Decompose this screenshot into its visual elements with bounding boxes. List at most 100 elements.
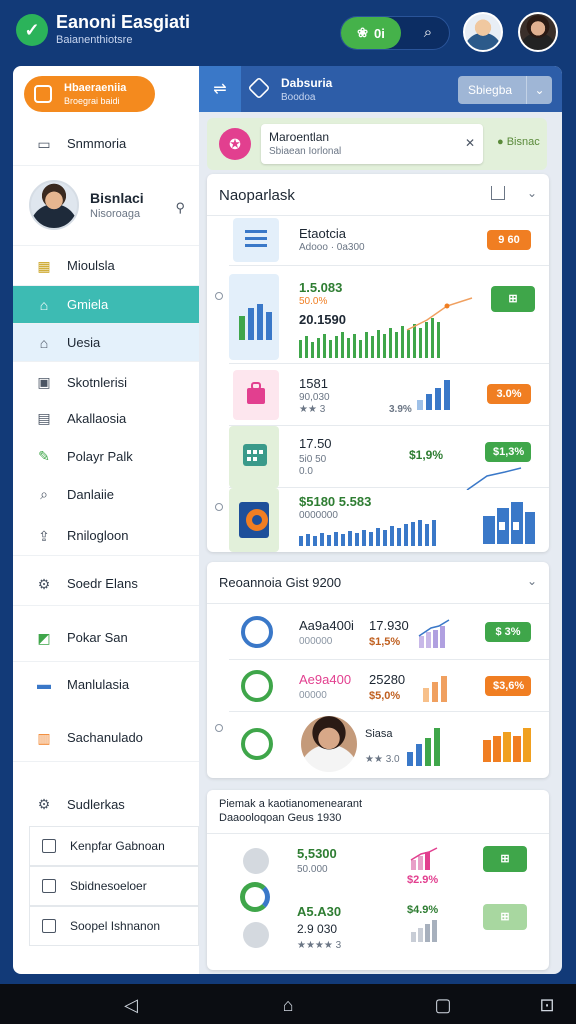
- list-item[interactable]: 1581 90,030 ★★ 3 3.9% 3.0%: [229, 364, 549, 426]
- list-item[interactable]: 5,5300 50.000 $2.9% ⊞: [285, 842, 527, 904]
- sub-item-1[interactable]: Sbidnesoeloer: [29, 866, 199, 906]
- row-sub: 2.9 030: [297, 922, 338, 936]
- sidebar-item-9[interactable]: ◩ Pokar San: [13, 614, 199, 662]
- recents-icon[interactable]: ▢: [432, 994, 454, 1016]
- row-value: 25280: [369, 672, 406, 687]
- primary-button-sublabel: Broegrai baidi: [64, 96, 120, 106]
- mini-bar-chart: [407, 728, 440, 766]
- home-icon[interactable]: ⌂: [277, 994, 299, 1016]
- grid-icon: ▦: [37, 257, 51, 274]
- sidebar-item-10[interactable]: ▬ Manlulasia: [13, 662, 199, 706]
- back-icon[interactable]: ◁: [120, 994, 142, 1016]
- main-title: Dabsuria: [281, 76, 333, 90]
- row-title: 1581: [299, 376, 328, 391]
- list-item[interactable]: 1.5.083 50.0% 20.1590 ⊞: [229, 266, 549, 364]
- sidebar-item-label: Akallaosia: [67, 410, 127, 426]
- lock-icon[interactable]: ⚲: [175, 200, 185, 216]
- sidebar-item-11[interactable]: ▥ Sachanulado: [13, 714, 199, 762]
- chevron-down-icon: ⌄: [526, 76, 552, 104]
- profile-card[interactable]: Bisnlaci Nisoroaga ⚲: [13, 166, 199, 246]
- more-icon[interactable]: ⊡: [536, 994, 558, 1016]
- check-logo-icon[interactable]: ✓: [16, 14, 48, 46]
- sidebar-item-3[interactable]: ▣ Skotnlerisi: [13, 364, 199, 400]
- sidebar-item-5[interactable]: ✎ Polayr Palk: [13, 438, 199, 474]
- row-title: 17.50: [299, 436, 332, 451]
- sidebar-item-8[interactable]: ⚙ Soedr Elans: [13, 562, 199, 606]
- action-pill[interactable]: ❀ 0i ⌕: [340, 16, 450, 50]
- placeholder-icon: [243, 848, 269, 874]
- chart-chip-icon[interactable]: ⊞: [483, 846, 527, 872]
- export-icon[interactable]: [491, 186, 505, 200]
- close-icon[interactable]: ✕: [465, 136, 475, 150]
- radio-button[interactable]: [215, 503, 223, 511]
- main-subtitle: Boodoa: [281, 92, 316, 103]
- gallery-icon: ▤: [37, 410, 51, 426]
- row-value: 17.930: [369, 618, 409, 633]
- sub-item-label: Kenpfar Gabnoan: [70, 839, 165, 853]
- sidebar-item-0[interactable]: ▦ Mioulsla: [13, 246, 199, 286]
- list-item[interactable]: Ae9a400 25280 00000 $5,0% $3,6%: [229, 660, 549, 712]
- statistics-panel: Piemak a kaotianomenearant Daaooloqoan G…: [207, 790, 549, 970]
- rating-stars: ★★ 3: [299, 404, 326, 415]
- sidebar-item-label: Manlulasia: [67, 676, 130, 692]
- rating-stars: ★★ 3.0: [365, 754, 400, 765]
- list-item[interactable]: Siasa ★★ 3.0: [229, 712, 549, 778]
- status-label: Bisnac: [506, 136, 540, 148]
- sidebar-item-summary[interactable]: ▭ Snmmoria: [13, 122, 199, 166]
- sidebar-item-label: Uesia: [67, 335, 101, 350]
- sidebar-item-7[interactable]: ⇪ Rnilogloon: [13, 516, 199, 556]
- folder-icon: ▭: [37, 135, 51, 152]
- sidebar-item-1[interactable]: ⌂ Gmiela: [13, 286, 199, 324]
- select-dropdown[interactable]: Sbiegba ⌄: [458, 76, 552, 104]
- radio-button[interactable]: [215, 292, 223, 300]
- document-icon: [42, 879, 56, 893]
- list-item[interactable]: Aa9a400i 17.930 000000 $1,5% $ 3%: [229, 606, 549, 660]
- chevron-down-icon[interactable]: ⌄: [527, 574, 537, 588]
- list-item[interactable]: $5180 5.583 0000000: [229, 488, 549, 552]
- plant-icon: ❀: [357, 25, 369, 40]
- chart-chip-icon[interactable]: ⊞: [491, 286, 535, 312]
- search-icon: ⌕: [40, 486, 48, 502]
- plant-pill-button[interactable]: ❀ 0i: [341, 17, 401, 49]
- sidebar-item-4[interactable]: ▤ Akallaosia: [13, 400, 199, 436]
- main-header: ⇌ Dabsuria Boodoa Sbiegba ⌄: [199, 66, 562, 112]
- sidebar-item-2[interactable]: ⌂ Uesia: [13, 324, 199, 362]
- row-sub: 000000: [299, 636, 333, 647]
- sidebar-item-label: Rnilogloon: [67, 528, 129, 543]
- sparkline-bars: [299, 520, 436, 546]
- report-panel: Reoannoia Gist 9200 ⌄ Aa9a400i 17.930 00…: [207, 562, 549, 778]
- search-icon[interactable]: ⌕: [419, 24, 437, 42]
- sidebar-item-label: Gmiela: [67, 297, 109, 312]
- profile-name: Bisnlaci: [90, 190, 144, 206]
- card-icon: ▬: [37, 676, 51, 692]
- list-item[interactable]: 17.50 5i0 50 0.0 $1,9% $1,3%: [229, 426, 549, 490]
- mini-trend-chart: [418, 619, 450, 648]
- sub-item-2[interactable]: Soopel Ishnanon: [29, 906, 199, 946]
- chevron-down-icon[interactable]: ⌄: [527, 186, 537, 200]
- sub-item-label: Soopel Ishnanon: [70, 919, 161, 933]
- radio-button[interactable]: [215, 724, 223, 732]
- sidebar-item-label: Sudlerkas: [67, 796, 125, 812]
- rating-stars: ★★★★ 3: [297, 940, 342, 951]
- notice-status: ● Bisnac: [497, 136, 540, 148]
- notice-title: Maroentlan: [269, 130, 330, 144]
- sidebar-item-label: Skotnlerisi: [67, 374, 127, 390]
- list-item[interactable]: A5.A30 2.9 030 ★★★★ 3 $4.9% ⊞: [285, 904, 527, 968]
- panel-title: Reoannoia Gist 9200: [219, 575, 342, 590]
- document-icon: [34, 85, 52, 103]
- sidebar-item-label: Danlaiie: [67, 486, 114, 502]
- filter-icon[interactable]: ⇌: [199, 66, 241, 112]
- sidebar-item-6[interactable]: ⌕ Danlaiie: [13, 476, 199, 512]
- user-avatar-2[interactable]: [518, 12, 558, 52]
- sidebar-item-12[interactable]: ⚙ Sudlerkas: [13, 782, 199, 826]
- row-title: Ae9a400: [299, 672, 352, 687]
- value-chip: $3,6%: [485, 676, 531, 696]
- row-title: Siasa: [365, 728, 393, 740]
- list-item[interactable]: Etaotcia Adooo · 0a300 9 60: [229, 216, 549, 266]
- sub-item-0[interactable]: Kenpfar Gabnoan: [29, 826, 199, 866]
- chart-chip-icon[interactable]: ⊞: [483, 904, 527, 930]
- sidebar-item-label: Pokar San: [67, 630, 128, 645]
- notice-card[interactable]: Maroentlan Sbiaean Iorlonal ✕: [261, 124, 483, 164]
- primary-action-button[interactable]: Hbaeraeniia Broegrai baidi: [24, 76, 155, 112]
- user-avatar-1[interactable]: [463, 12, 503, 52]
